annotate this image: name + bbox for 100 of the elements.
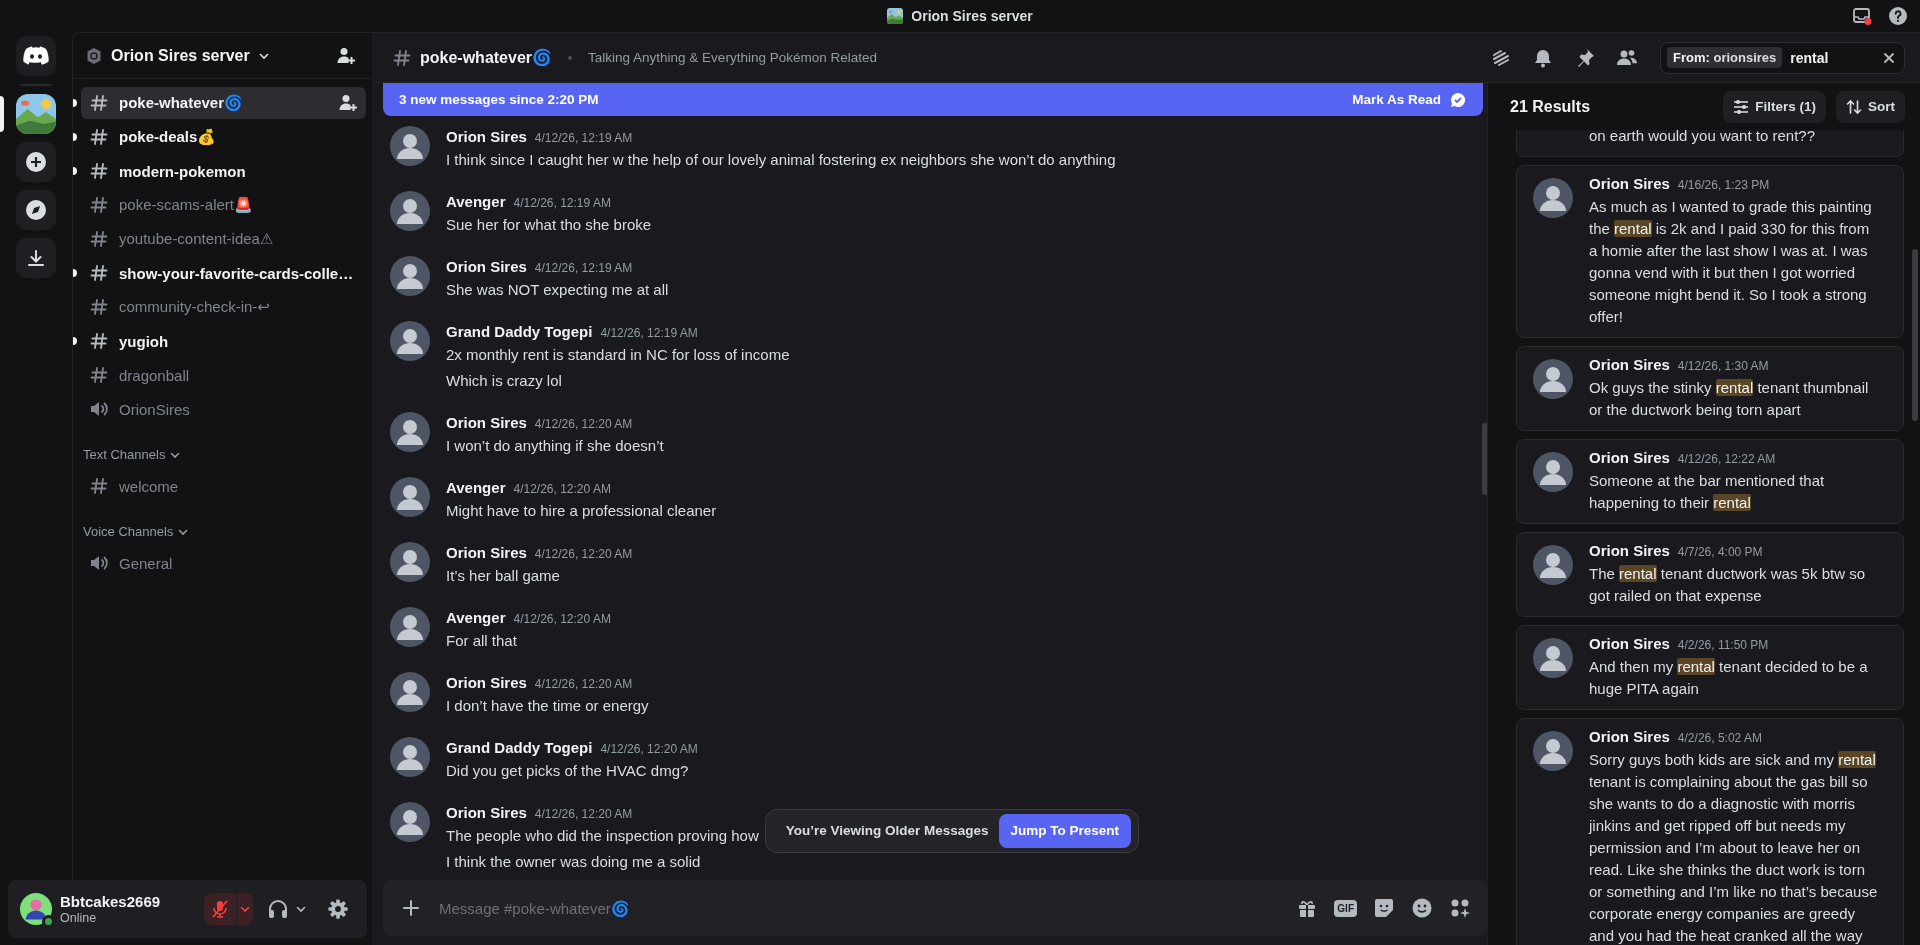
scrollbar-thumb[interactable] — [1912, 249, 1918, 421]
timestamp: 4/12/26, 12:20 AM — [534, 416, 633, 433]
timestamp: 4/12/26, 12:20 AM — [534, 806, 633, 823]
message-text: Sue her for what tho she broke — [446, 216, 652, 233]
search-result[interactable]: on earth would you want to rent?? — [1516, 130, 1904, 157]
search-field[interactable]: From: orionsires rental — [1660, 41, 1905, 74]
author-name[interactable]: Avenger — [446, 607, 506, 629]
speaker-icon — [89, 553, 109, 573]
close-icon[interactable] — [1882, 50, 1896, 65]
filters-icon — [1733, 98, 1750, 115]
result-text: Sorry guys both kids are sick and my rental tenant is complaining about the gas bill so she wants to do a diagnostic with morris jinkins and get ripped off but needs my permission and I’m about to leave her on read. Like she thinks the duct work is torn or something and I’m like no that’s because corporate energy companies are greedy and you had the heat cranked all the way — [1589, 750, 1878, 945]
author-name[interactable]: Grand Daddy Togepi — [446, 321, 593, 343]
avatar — [1533, 545, 1573, 585]
add-member-icon[interactable] — [336, 45, 356, 66]
author-name[interactable]: Orion Sires — [446, 126, 527, 148]
filter-chip[interactable]: From: orionsires — [1667, 47, 1783, 68]
discover-button[interactable] — [16, 190, 56, 230]
speaker-icon — [89, 399, 109, 419]
author-name[interactable]: Grand Daddy Togepi — [446, 737, 593, 759]
channel-item[interactable]: poke-whatever🌀 — [81, 87, 366, 119]
help-icon[interactable] — [1888, 6, 1908, 26]
channel-item[interactable]: poke-scams-alert🚨 — [81, 189, 366, 221]
sort-button[interactable]: Sort — [1836, 90, 1905, 123]
jump-to-present-button[interactable]: Jump To Present — [998, 814, 1132, 848]
search-result[interactable]: Orion Sires 4/2/26, 11:50 PM And then my rental tenant decided to be a huge PITA again — [1516, 625, 1904, 710]
search-result[interactable]: Orion Sires 4/12/26, 1:30 AM Ok guys the stinky rental tenant thumbnail or the ductwork being torn apart — [1516, 346, 1904, 431]
result-text: Someone at the bar mentioned that happening to their rental — [1589, 471, 1825, 513]
add-server-button[interactable] — [16, 142, 56, 182]
hash-icon — [89, 127, 109, 147]
timestamp: 4/12/26, 12:19 AM — [600, 325, 698, 342]
category-header[interactable]: Voice Channels — [83, 524, 190, 539]
avatar — [1533, 638, 1573, 678]
gif-button[interactable]: GIF — [1334, 899, 1357, 917]
inbox-icon[interactable] — [1852, 6, 1872, 26]
home-button[interactable] — [16, 36, 56, 76]
unread-indicator — [73, 99, 77, 107]
hash-icon — [89, 263, 109, 283]
channel-item[interactable]: dragonball — [81, 359, 366, 391]
author-name[interactable]: Orion Sires — [446, 802, 527, 824]
chat-check-icon — [1449, 90, 1467, 109]
channel-item[interactable]: welcome — [81, 470, 366, 502]
add-server-icon — [25, 151, 47, 173]
hash-icon — [392, 47, 412, 68]
channel-item[interactable]: community-check-in-↩ — [81, 291, 366, 323]
channel-item[interactable]: youtube-content-idea⚠ — [81, 223, 366, 255]
message-text: 2x monthly rent is standard in NC for loss of income — [446, 346, 790, 363]
sticker-icon[interactable] — [1373, 897, 1395, 919]
author-name[interactable]: Avenger — [446, 477, 506, 499]
avatar — [390, 542, 430, 582]
hash-icon — [89, 161, 109, 181]
timestamp: 4/7/26, 4:00 PM — [1677, 544, 1763, 561]
apps-icon[interactable] — [1449, 897, 1471, 919]
filters-button[interactable]: Filters (1) — [1723, 90, 1826, 123]
unread-indicator — [73, 337, 77, 345]
emoji-icon[interactable] — [1411, 897, 1433, 919]
timestamp: 4/2/26, 11:50 PM — [1677, 637, 1769, 654]
result-text: And then my rental tenant decided to be a huge PITA again — [1589, 657, 1868, 699]
avatar — [390, 672, 430, 712]
hash-icon — [89, 365, 109, 385]
message-text: I think the owner was doing me a solid — [446, 853, 701, 870]
category-header[interactable]: Text Channels — [83, 447, 182, 462]
compass-icon — [25, 199, 47, 221]
plus-icon[interactable] — [401, 898, 421, 918]
mark-as-read-button[interactable]: Mark As Read — [1352, 90, 1467, 109]
new-messages-bar[interactable]: 3 new messages since 2:20 PM Mark As Read — [383, 83, 1483, 116]
mute-button[interactable] — [204, 893, 236, 925]
channel-item[interactable]: OrionSires — [81, 393, 366, 425]
unread-indicator — [73, 133, 77, 141]
timestamp: 4/12/26, 12:19 AM — [534, 130, 633, 147]
avatar — [390, 802, 430, 842]
channel-item[interactable]: poke-deals💰 — [81, 121, 366, 153]
author-name[interactable]: Orion Sires — [446, 542, 527, 564]
channel-item[interactable]: General — [81, 547, 366, 579]
channel-item[interactable]: show-your-favorite-cards-colle… — [81, 257, 366, 289]
server-name[interactable]: Orion Sires server — [111, 46, 250, 65]
author-name[interactable]: Orion Sires — [446, 672, 527, 694]
avatar — [390, 126, 430, 166]
timestamp: 4/12/26, 12:19 AM — [534, 260, 633, 277]
message-text: I don’t have the time or energy — [446, 697, 649, 714]
search-result[interactable] — [1516, 165, 1904, 338]
result-text: on earth would you want to rent?? — [1589, 130, 1815, 146]
avatar — [390, 737, 430, 777]
search-result[interactable]: Orion Sires 4/7/26, 4:00 PM The rental tenant ductwork was 5k btw so got railed on that expense — [1516, 532, 1904, 617]
author-name[interactable]: Orion Sires — [446, 412, 527, 434]
message-field[interactable]: Message #poke-whatever🌀 GIF — [383, 880, 1487, 936]
sort-icon — [1846, 98, 1862, 115]
channel-item[interactable]: yugioh — [81, 325, 366, 357]
search-result[interactable] — [1516, 718, 1904, 945]
mic-options-button[interactable] — [236, 893, 253, 925]
author-name[interactable]: Avenger — [446, 191, 506, 213]
add-member-icon[interactable] — [338, 93, 358, 113]
author-name[interactable]: Orion Sires — [446, 256, 527, 278]
author-name: Orion Sires — [1589, 634, 1670, 654]
headphones-icon[interactable] — [267, 898, 289, 920]
download-button[interactable] — [16, 238, 56, 278]
avatar — [390, 321, 430, 361]
search-result[interactable]: Orion Sires 4/12/26, 12:22 AM Someone at the bar mentioned that happening to their rental — [1516, 439, 1904, 524]
channel-item[interactable]: modern-pokemon — [81, 155, 366, 187]
avatar — [1533, 178, 1573, 218]
author-name: Orion Sires — [1589, 727, 1670, 747]
